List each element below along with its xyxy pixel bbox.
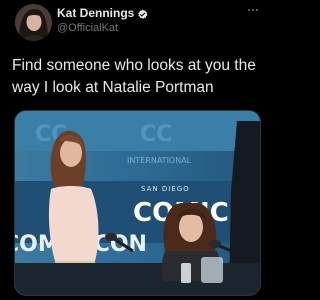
author-handle[interactable]: @OfficialKat: [57, 22, 148, 34]
tweet: Kat Dennings @OfficialKat Find someone w…: [0, 0, 273, 300]
tweet-header: Kat Dennings @OfficialKat: [57, 5, 148, 34]
more-dot: [252, 9, 254, 11]
profile-avatar-image: [15, 4, 52, 41]
author-avatar[interactable]: [15, 4, 52, 41]
more-options-icon[interactable]: [243, 4, 263, 16]
attached-photo: CC CC INTERNATIONAL SAN DIEGO COMIC-CON …: [15, 111, 260, 295]
tweet-photo[interactable]: CC CC INTERNATIONAL SAN DIEGO COMIC-CON …: [14, 110, 261, 296]
banner-subtext: SAN DIEGO: [141, 185, 190, 193]
tweet-text: Find someone who looks at you the way I …: [12, 57, 256, 96]
author-display-name[interactable]: Kat Dennings: [57, 6, 134, 20]
verified-badge-icon: [137, 7, 148, 19]
banner-partial-text: INTERNATIONAL: [127, 156, 192, 165]
svg-text:CC: CC: [140, 122, 172, 147]
name-row: Kat Dennings: [57, 5, 148, 20]
more-dot: [248, 9, 250, 11]
more-dot: [256, 9, 258, 11]
